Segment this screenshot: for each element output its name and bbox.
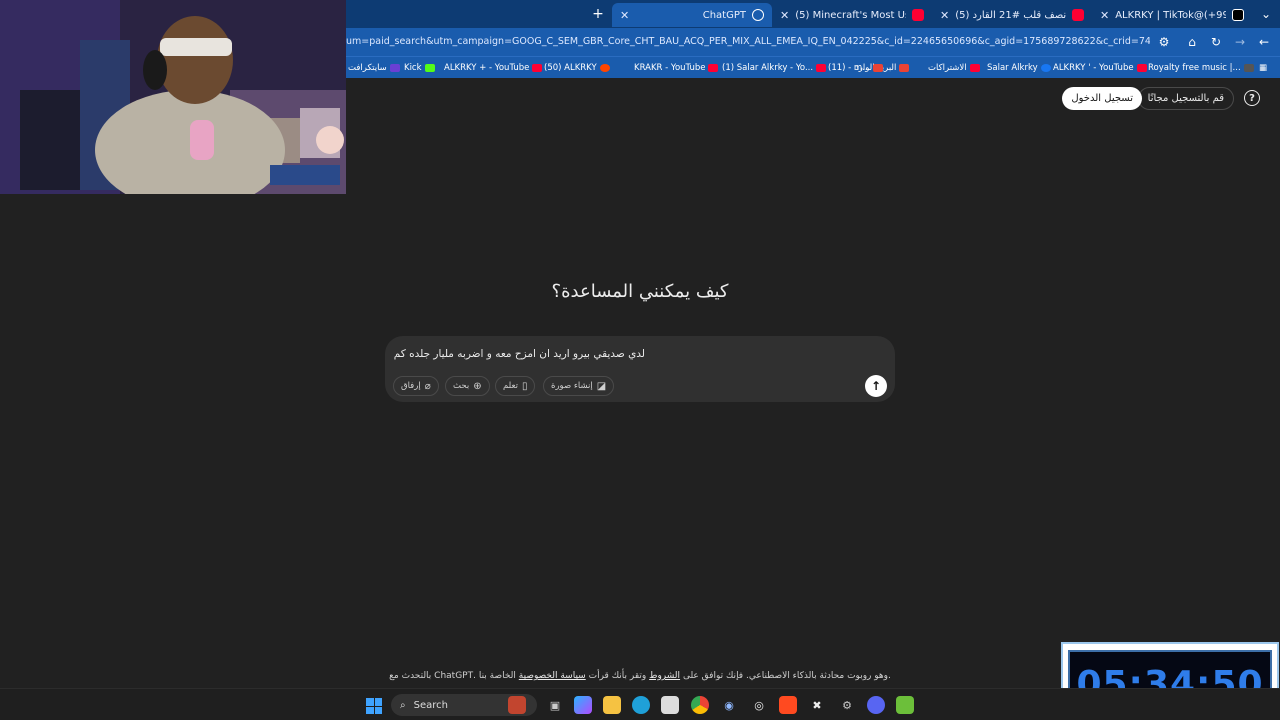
youtube-icon: [816, 64, 827, 72]
bookmark-item[interactable]: Salar Alkrky: [987, 60, 1051, 76]
steam-icon[interactable]: ◉: [720, 696, 738, 714]
webcam-overlay: [0, 0, 346, 194]
windows-start-icon[interactable]: [366, 698, 382, 714]
privacy-policy-link[interactable]: سياسة الخصوصية: [519, 671, 586, 681]
tab-title: (5) سيرفر نصف قلب #21 القارد: [955, 9, 1066, 21]
search-button[interactable]: ⊕ بحث: [445, 376, 490, 396]
brave-icon[interactable]: [779, 696, 797, 714]
settings-icon[interactable]: ⚙: [838, 696, 856, 714]
paperclip-icon: ⌀: [424, 380, 431, 392]
file-explorer-icon[interactable]: [603, 696, 621, 714]
taskbar: ⌕ Search ▣ ◉ ◎ ✖ ⚙: [0, 688, 1280, 720]
page-title: كيف يمكنني المساعدة؟: [551, 281, 729, 302]
facebook-icon: [1040, 64, 1051, 72]
gmail-icon: [899, 64, 910, 72]
book-icon: ▯: [521, 380, 528, 392]
home-icon[interactable]: ⌂: [1182, 32, 1202, 52]
chatgpt-icon: [752, 9, 764, 21]
tab-youtube-minecraft[interactable]: (5) Minecraft's Most Useful Fea ✕: [772, 3, 932, 27]
capcut-icon[interactable]: ✖: [808, 696, 826, 714]
close-icon[interactable]: ✕: [1100, 9, 1109, 22]
signup-button[interactable]: قم بالتسجيل مجانًا: [1137, 87, 1234, 110]
send-button[interactable]: ↑: [865, 375, 887, 397]
forward-icon[interactable]: →: [1230, 32, 1250, 52]
edge-icon[interactable]: [632, 696, 650, 714]
learn-button[interactable]: ▯ تعلم: [495, 376, 536, 396]
attach-button[interactable]: ⌀ إرفاق: [393, 376, 439, 396]
tab-youtube-server[interactable]: (5) سيرفر نصف قلب #21 القارد ✕: [932, 3, 1092, 27]
youtube-icon: [1136, 64, 1147, 72]
youtube-icon: [708, 64, 719, 72]
chrome-icon[interactable]: [691, 696, 709, 714]
site-settings-icon[interactable]: ⚙: [1154, 32, 1174, 52]
terms-link[interactable]: الشروط: [649, 671, 680, 681]
tab-title: ALKRKY | TikTok@(+99): [1115, 9, 1226, 21]
bookmark-item[interactable]: ALKRKY + - YouTube: [444, 60, 543, 76]
copilot-icon[interactable]: [574, 696, 592, 714]
gmail-icon: [873, 64, 884, 72]
minecraft-icon[interactable]: [896, 696, 914, 714]
bookmark-item[interactable]: (50) ALKRKY: [544, 60, 610, 76]
arrow-up-icon: ↑: [870, 379, 882, 393]
reddit-icon: [599, 64, 610, 72]
streamer-camera-image: [0, 0, 346, 194]
youtube-icon: [969, 64, 980, 72]
login-button[interactable]: تسجيل الدخول: [1062, 87, 1142, 110]
message-composer: لدي صديقي بيرو اريد ان امزح معه و اضربه …: [385, 336, 895, 402]
bookmark-icon: [389, 64, 400, 72]
bookmark-item[interactable]: Kick: [404, 60, 435, 76]
terms-notice: .وهو روبوت محادثة بالذكاء الاصطناعي. فإن…: [389, 671, 891, 681]
close-icon[interactable]: ✕: [940, 9, 949, 22]
kick-icon: [424, 64, 435, 72]
bookmark-item[interactable]: ALKRKY ' - YouTube: [1053, 60, 1147, 76]
close-icon[interactable]: ✕: [780, 9, 789, 22]
image-icon: ◪: [596, 380, 607, 392]
globe-icon: ⊕: [473, 380, 482, 392]
youtube-icon: [532, 64, 543, 72]
bookmark-item[interactable]: KRAKR - YouTube: [634, 60, 719, 76]
back-icon[interactable]: ←: [1254, 32, 1274, 52]
widgets-icon[interactable]: [508, 696, 526, 714]
tab-tiktok[interactable]: ALKRKY | TikTok@(+99) ✕: [1092, 3, 1252, 27]
task-view-icon[interactable]: ▣: [546, 696, 564, 714]
reload-icon[interactable]: ↻: [1206, 32, 1226, 52]
url-field[interactable]: um=paid_search&utm_campaign=GOOG_C_SEM_G…: [346, 33, 1150, 51]
tiktok-icon: [1232, 9, 1244, 21]
create-image-button[interactable]: ◪ إنشاء صورة: [543, 376, 615, 396]
obs-icon[interactable]: ◎: [750, 696, 768, 714]
help-button[interactable]: ?: [1244, 90, 1260, 106]
new-tab-button[interactable]: +: [584, 6, 612, 22]
discord-icon[interactable]: [867, 696, 885, 714]
tab-title: ChatGPT: [702, 9, 746, 21]
prompt-input[interactable]: لدي صديقي بيرو اريد ان امزح معه و اضربه …: [394, 348, 645, 360]
bookmark-item[interactable]: Royalty free music |...: [1148, 60, 1254, 76]
bookmark-item[interactable]: (11) - m...: [828, 60, 884, 76]
bookmark-item[interactable]: (1) Salar Alkrky - Yo...: [722, 60, 827, 76]
close-icon[interactable]: ✕: [620, 9, 629, 22]
bookmark-item[interactable]: الاشتراكات: [928, 60, 980, 76]
apps-grid-icon[interactable]: ▦: [1259, 60, 1267, 76]
youtube-icon: [912, 9, 924, 21]
youtube-icon: [1072, 9, 1084, 21]
bookmark-item[interactable]: سايتكرافت: [348, 60, 400, 76]
search-icon: ⌕: [400, 699, 406, 711]
tab-search-dropdown[interactable]: ⌄: [1252, 0, 1280, 28]
tab-title: (5) Minecraft's Most Useful Fea: [795, 9, 906, 21]
bookmark-icon: [1243, 64, 1254, 72]
tab-chatgpt[interactable]: ChatGPT ✕: [612, 3, 772, 27]
store-icon[interactable]: [661, 696, 679, 714]
